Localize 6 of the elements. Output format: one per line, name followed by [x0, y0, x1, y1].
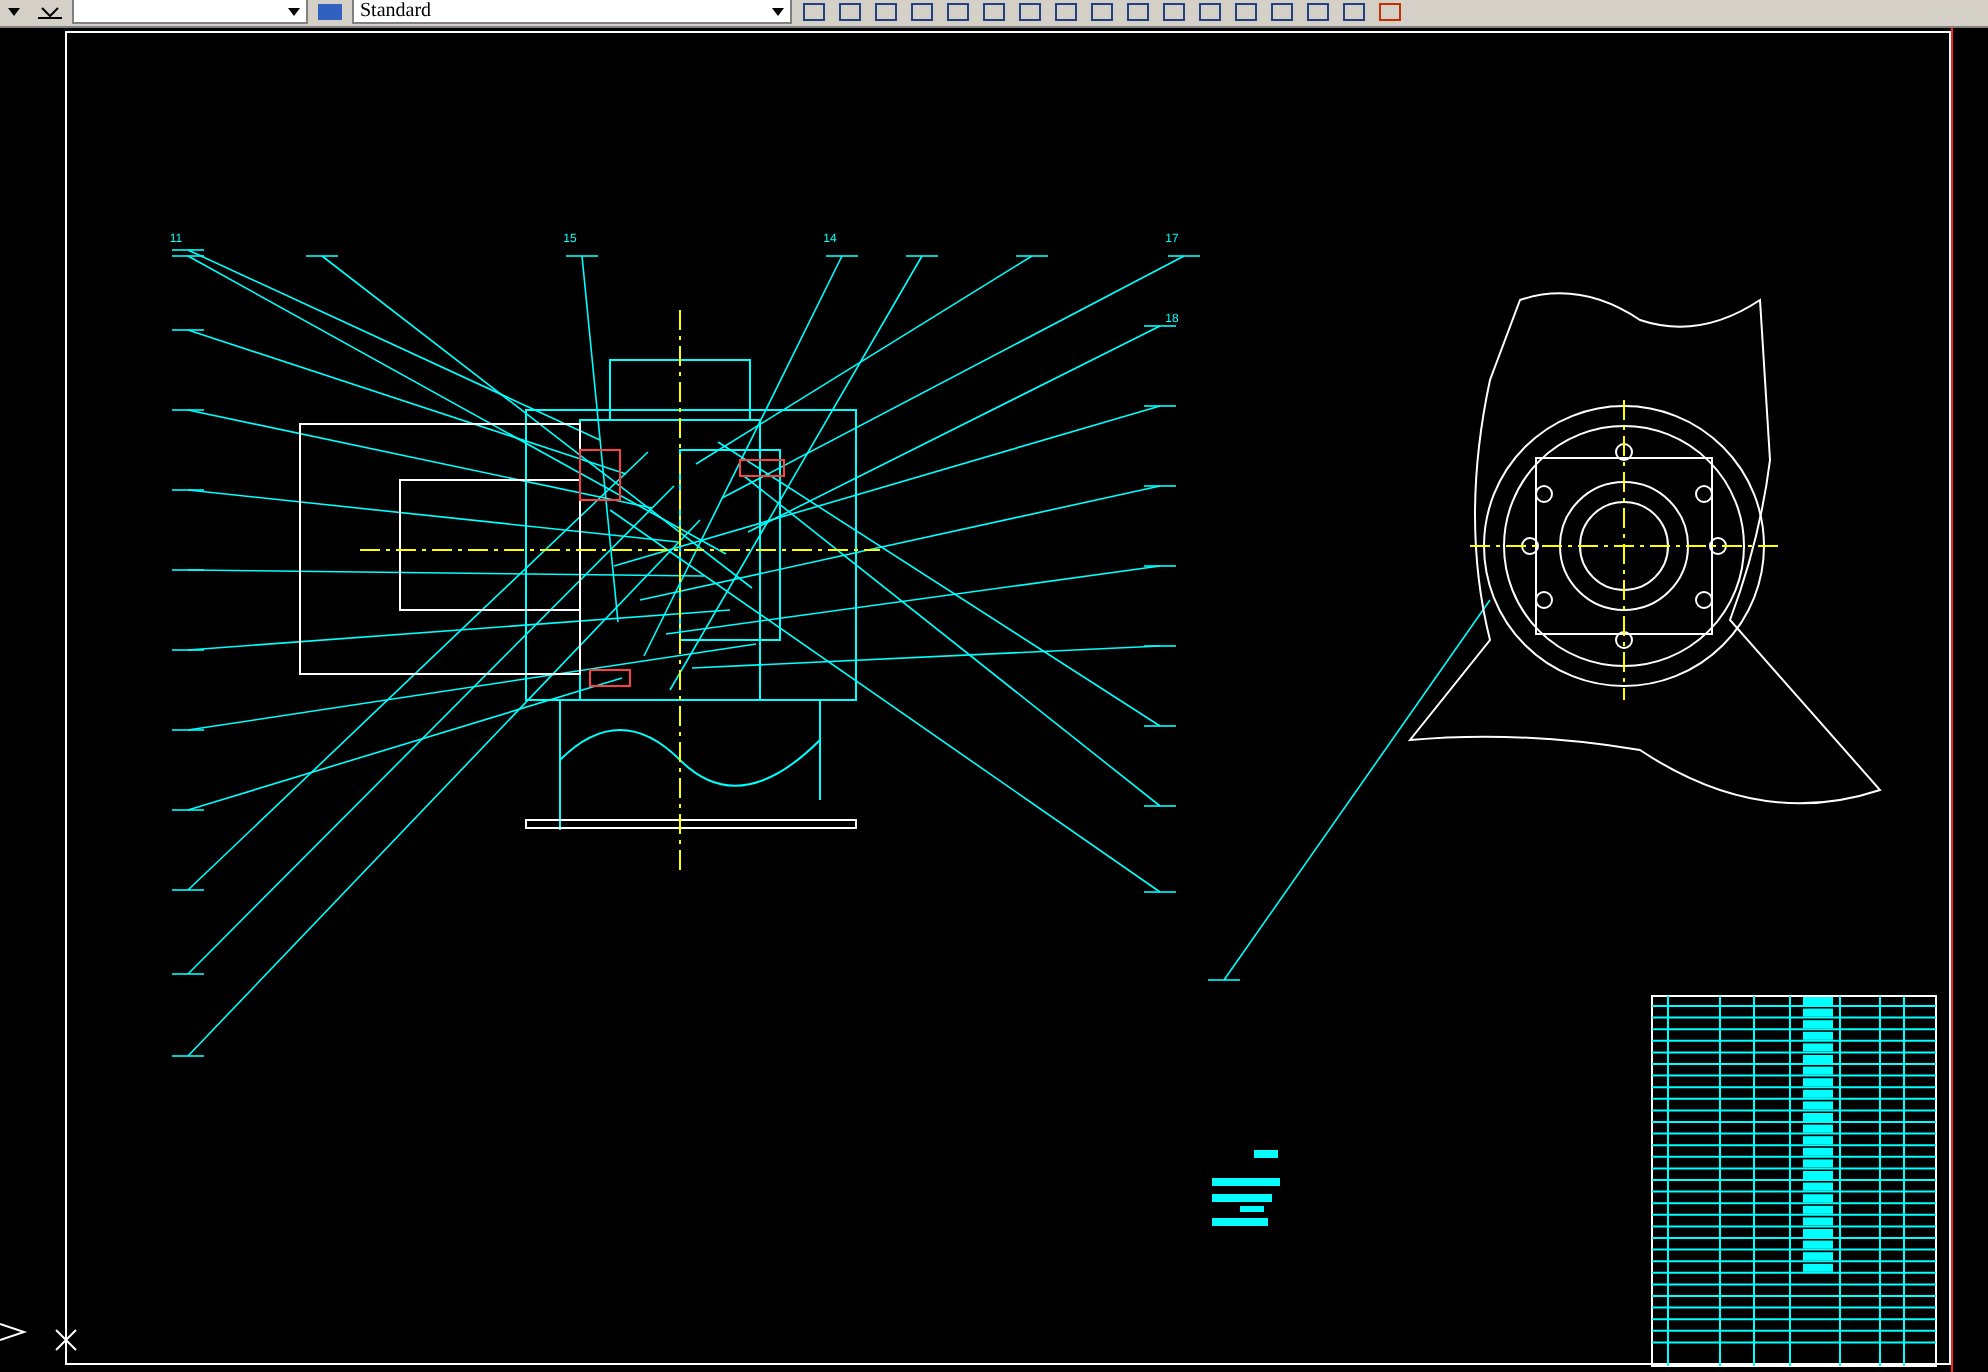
- ucs-axis-icon: [0, 1323, 28, 1341]
- ucs-icon: [55, 1329, 77, 1351]
- technical-notes-drawing: [1212, 1150, 1280, 1226]
- text-style-dropdown[interactable]: Standard: [352, 0, 792, 24]
- dimension-style-dropdown[interactable]: [72, 0, 308, 24]
- text-style-icon[interactable]: [316, 0, 344, 24]
